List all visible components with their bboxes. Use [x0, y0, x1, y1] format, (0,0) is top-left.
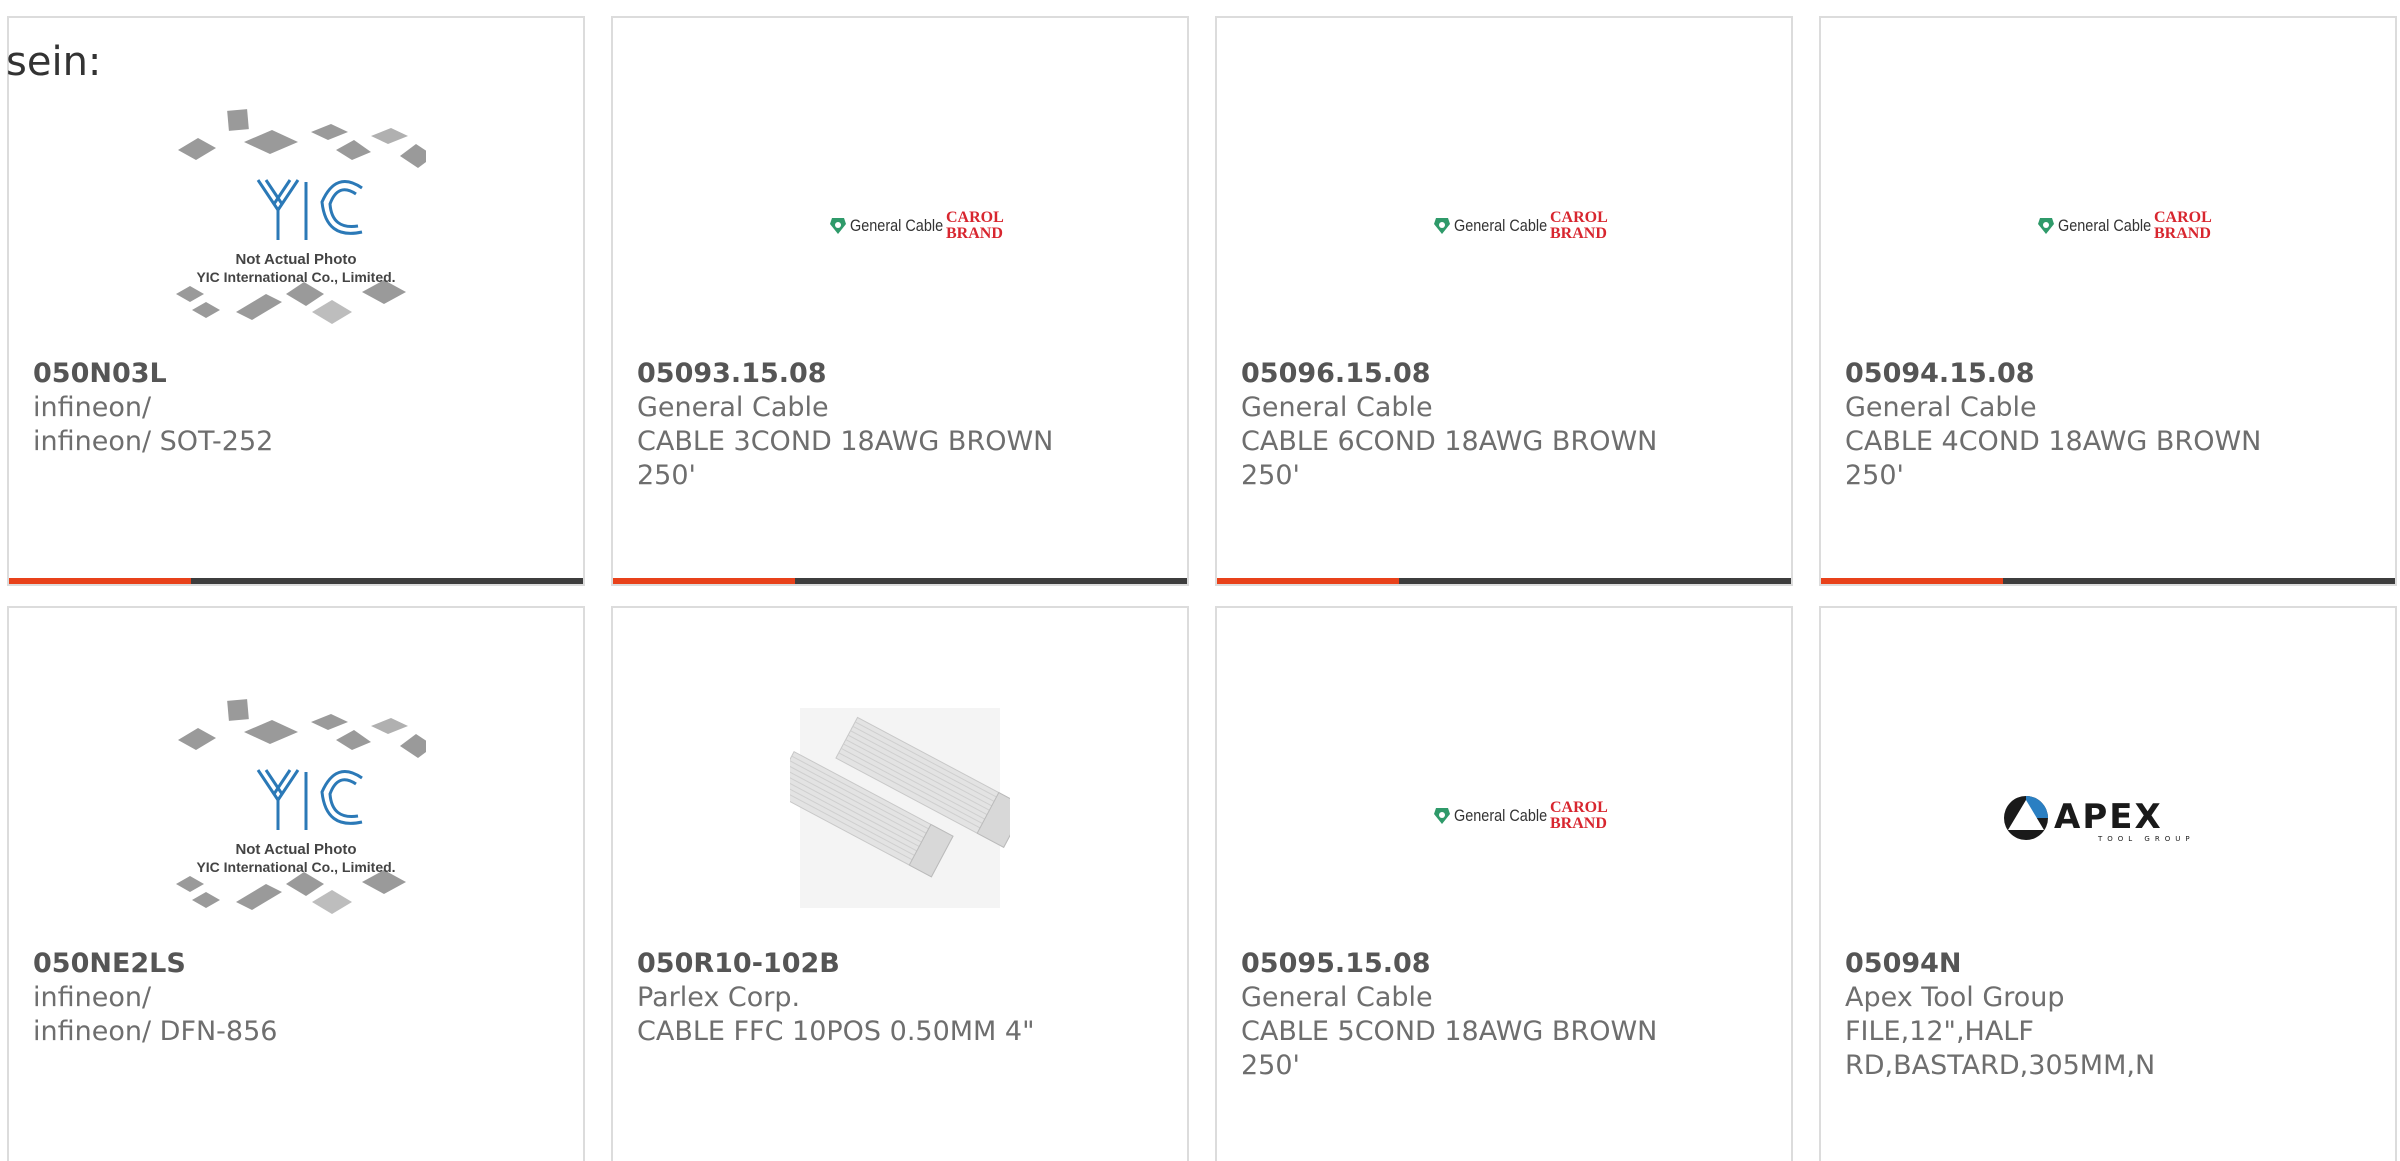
card-footer-bar: [9, 578, 583, 584]
logo-brand-1: CAROL: [2154, 209, 2212, 226]
product-image[interactable]: General Cable CAROL BRAND: [1374, 98, 1634, 358]
product-image[interactable]: Not Actual Photo YIC International Co., …: [166, 98, 426, 358]
product-info: 05094N Apex Tool Group FILE,12",HALF RD,…: [1845, 947, 2371, 1083]
product-image[interactable]: General Cable CAROL BRAND: [1374, 688, 1634, 948]
description: infineon/ SOT-252: [33, 426, 274, 457]
part-number-link[interactable]: 05096.15.08: [1241, 357, 1767, 391]
manufacturer: Apex Tool Group: [1845, 982, 2065, 1013]
manufacturer: Parlex Corp.: [637, 982, 801, 1013]
part-number-link[interactable]: 05094.15.08: [1845, 357, 2371, 391]
apex-logo-icon: APEX TOOL GROUP: [2004, 796, 2195, 843]
product-image[interactable]: Not Actual Photo YIC International Co., …: [166, 688, 426, 948]
description: infineon/ DFN-856: [33, 1016, 278, 1047]
product-card[interactable]: General Cable CAROL BRAND 05094.15.08 Ge…: [1819, 16, 2397, 586]
image-caption-1: Not Actual Photo: [235, 251, 356, 268]
general-cable-logo-icon: General Cable CAROL BRAND: [2038, 209, 2212, 242]
description: FILE,12",HALF RD,BASTARD,305MM,N: [1845, 1016, 2156, 1081]
product-image[interactable]: [770, 688, 1030, 948]
product-info: 050N03L infineon/ infineon/ SOT-252: [33, 357, 559, 459]
section-heading: sein:: [6, 39, 102, 85]
description: CABLE 6COND 18AWG BROWN 250': [1241, 426, 1658, 491]
part-number-link[interactable]: 05094N: [1845, 947, 2371, 981]
card-footer-bar: [1217, 578, 1791, 584]
card-footer-accent: [613, 578, 795, 584]
product-info: 05094.15.08 General Cable CABLE 4COND 18…: [1845, 357, 2371, 493]
general-cable-logo-icon: General Cable CAROL BRAND: [1434, 799, 1608, 832]
chip-placeholder-icon: Not Actual Photo YIC International Co., …: [176, 699, 426, 914]
logo-text: General Cable: [1454, 217, 1547, 235]
general-cable-logo-icon: General Cable CAROL BRAND: [1434, 209, 1608, 242]
logo-brand-1: CAROL: [1550, 209, 1608, 226]
part-number-link[interactable]: 05095.15.08: [1241, 947, 1767, 981]
logo-brand-1: CAROL: [1550, 799, 1608, 816]
product-info: 050NE2LS infineon/ infineon/ DFN-856: [33, 947, 559, 1049]
manufacturer: General Cable: [1845, 392, 2037, 423]
card-footer-accent: [1217, 578, 1399, 584]
product-info: 050R10-102B Parlex Corp. CABLE FFC 10POS…: [637, 947, 1163, 1049]
logo-text: General Cable: [2058, 217, 2151, 235]
description: CABLE 5COND 18AWG BROWN 250': [1241, 1016, 1658, 1081]
part-number-link[interactable]: 050N03L: [33, 357, 559, 391]
manufacturer: General Cable: [1241, 392, 1433, 423]
logo-brand-2: BRAND: [1550, 815, 1607, 832]
general-cable-logo-icon: General Cable CAROL BRAND: [830, 209, 1004, 242]
product-info: 05095.15.08 General Cable CABLE 5COND 18…: [1241, 947, 1767, 1083]
part-number-link[interactable]: 05093.15.08: [637, 357, 1163, 391]
product-card[interactable]: Not Actual Photo YIC International Co., …: [7, 16, 585, 586]
logo-text: General Cable: [850, 217, 943, 235]
product-info: 05096.15.08 General Cable CABLE 6COND 18…: [1241, 357, 1767, 493]
description: CABLE 3COND 18AWG BROWN 250': [637, 426, 1054, 491]
chip-placeholder-icon: Not Actual Photo YIC International Co., …: [176, 109, 426, 324]
product-card[interactable]: 050R10-102B Parlex Corp. CABLE FFC 10POS…: [611, 606, 1189, 1161]
manufacturer: General Cable: [1241, 982, 1433, 1013]
image-caption-1: Not Actual Photo: [235, 841, 356, 858]
product-card[interactable]: APEX TOOL GROUP 05094N Apex Tool Group F…: [1819, 606, 2397, 1161]
logo-sub: TOOL GROUP: [2097, 835, 2195, 843]
part-number-link[interactable]: 050NE2LS: [33, 947, 559, 981]
logo-brand-1: CAROL: [946, 209, 1004, 226]
part-number-link[interactable]: 050R10-102B: [637, 947, 1163, 981]
logo-text: APEX: [2054, 797, 2163, 837]
product-image[interactable]: General Cable CAROL BRAND: [770, 98, 1030, 358]
product-card[interactable]: General Cable CAROL BRAND 05093.15.08 Ge…: [611, 16, 1189, 586]
product-info: 05093.15.08 General Cable CABLE 3COND 18…: [637, 357, 1163, 493]
manufacturer: infineon/: [33, 982, 152, 1013]
image-caption-2: YIC International Co., Limited.: [196, 859, 395, 875]
product-image[interactable]: General Cable CAROL BRAND: [1978, 98, 2238, 358]
card-footer-accent: [1821, 578, 2003, 584]
description: CABLE 4COND 18AWG BROWN 250': [1845, 426, 2262, 491]
image-caption-2: YIC International Co., Limited.: [196, 269, 395, 285]
product-card[interactable]: General Cable CAROL BRAND 05096.15.08 Ge…: [1215, 16, 1793, 586]
manufacturer: General Cable: [637, 392, 829, 423]
card-footer-bar: [1821, 578, 2395, 584]
logo-brand-2: BRAND: [1550, 225, 1607, 242]
manufacturer: infineon/: [33, 392, 152, 423]
card-footer-bar: [613, 578, 1187, 584]
logo-brand-2: BRAND: [2154, 225, 2211, 242]
description: CABLE FFC 10POS 0.50MM 4": [637, 1016, 1035, 1047]
logo-brand-2: BRAND: [946, 225, 1003, 242]
ffc-cable-icon: [790, 708, 1010, 908]
card-footer-accent: [9, 578, 191, 584]
product-grid-page: sein: Not Actual Photo YIC International…: [0, 0, 2400, 1161]
product-card[interactable]: General Cable CAROL BRAND 05095.15.08 Ge…: [1215, 606, 1793, 1161]
logo-text: General Cable: [1454, 807, 1547, 825]
product-card[interactable]: Not Actual Photo YIC International Co., …: [7, 606, 585, 1161]
product-image[interactable]: APEX TOOL GROUP: [1978, 688, 2238, 948]
